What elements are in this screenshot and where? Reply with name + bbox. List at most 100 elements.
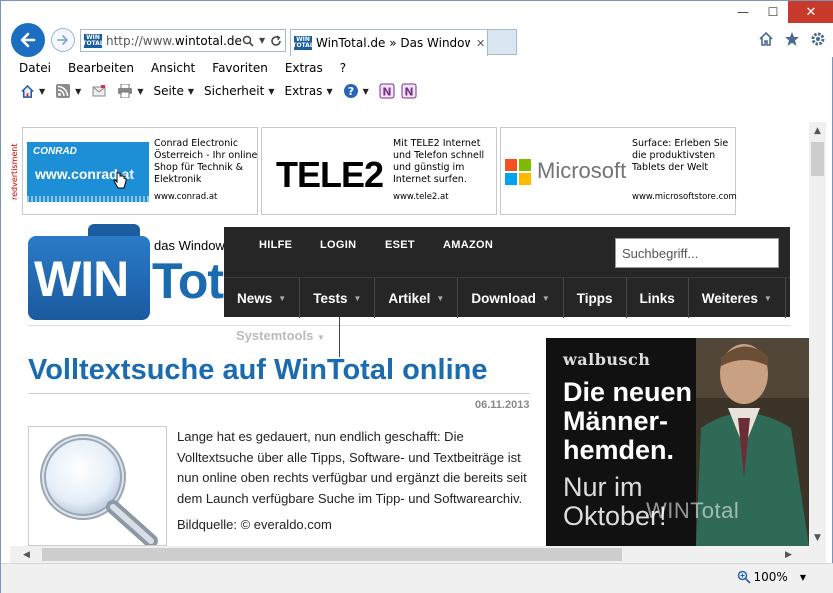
onenote-send-command[interactable]: N	[379, 83, 395, 99]
horizontal-scroll-thumb[interactable]	[42, 548, 622, 561]
nav-weiteres[interactable]: Weiteres ▼	[689, 278, 786, 318]
conrad-ad-url[interactable]: www.conrad.at	[154, 192, 217, 202]
conrad-ad-text: Conrad Electronic Österreich - Ihr onlin…	[154, 138, 258, 185]
top-nav-eset[interactable]: ESET	[385, 239, 415, 251]
nav-links[interactable]: Links	[627, 278, 689, 318]
address-bar[interactable]: WIN TOTAL http://www.wintotal.de ▼	[80, 29, 286, 52]
close-button[interactable]: ✕	[788, 1, 833, 23]
walbusch-banner-ad[interactable]: walbusch Die neuen Männer-hemden. Nur im…	[546, 338, 809, 546]
home-icon[interactable]	[758, 31, 774, 47]
address-prefix: http://www.	[106, 33, 175, 48]
horizontal-scrollbar[interactable]: ◀ ▶	[10, 546, 809, 563]
menu-favoriten[interactable]: Favoriten	[212, 61, 268, 75]
main-nav: News ▼ Tests ▼ Artikel ▼ Download ▼ Tipps Li…	[224, 277, 790, 318]
ad-label: redvertisment	[10, 143, 19, 200]
new-tab-button[interactable]	[488, 29, 517, 55]
rss-feed-icon	[55, 83, 71, 99]
address-url[interactable]: http://www.wintotal.de	[106, 34, 242, 48]
chevron-down-icon: ▼	[436, 293, 445, 303]
tools-command[interactable]: Extras ▼	[285, 84, 333, 98]
chevron-down-icon: ▼	[39, 86, 46, 96]
top-nav-amazon[interactable]: AMAZON	[443, 239, 493, 251]
top-nav-login[interactable]: LOGIN	[320, 239, 356, 251]
security-command[interactable]: Sicherheit ▼	[204, 84, 274, 98]
zoom-control[interactable]: 100% ▼	[737, 570, 806, 584]
nav-download[interactable]: Download ▼	[458, 278, 564, 318]
vertical-scrollbar[interactable]: ▲ ▼	[809, 122, 826, 546]
tab-close-icon[interactable]: ✕	[476, 37, 485, 50]
tab-wintotal[interactable]: WIN TOTAL WinTotal.de » Das Window... ✕	[290, 29, 488, 56]
logo-tagline: das Windows	[154, 238, 232, 253]
banner-headline: Die neuen Männer-hemden.	[563, 377, 693, 465]
svg-text:?: ?	[347, 85, 353, 98]
conrad-stripe	[27, 196, 149, 202]
scroll-down-icon[interactable]: ▼	[809, 529, 826, 546]
maximize-button[interactable]: ☐	[758, 1, 788, 23]
nav-links-label: Links	[639, 290, 675, 306]
nav-artikel[interactable]: Artikel ▼	[375, 278, 459, 318]
menu-datei[interactable]: Datei	[19, 61, 51, 75]
onenote-linked-command[interactable]: N	[401, 83, 417, 99]
logo-win-text: WIN	[34, 251, 129, 307]
menu-bearbeiten[interactable]: Bearbeiten	[68, 61, 134, 75]
print-command[interactable]: ▼	[117, 83, 143, 99]
page-command[interactable]: Seite ▼	[153, 84, 194, 98]
home-command[interactable]: ▼	[19, 83, 45, 99]
tele2-ad-text: Mit TELE2 Internet und Telefon schnell u…	[393, 138, 485, 185]
help-command[interactable]: ? ▼	[343, 83, 369, 99]
mail-command[interactable]	[91, 83, 107, 99]
nav-tipps-label: Tipps	[576, 290, 613, 306]
scroll-right-icon[interactable]: ▶	[780, 546, 797, 563]
article-thumbnail[interactable]	[28, 426, 167, 546]
title-bar: — ☐ ✕ WIN TOTAL http://www.wintotal.de ▼	[1, 1, 833, 57]
nav-news-label: News	[237, 290, 273, 306]
home-icon	[19, 83, 35, 99]
chevron-down-icon: ▼	[326, 86, 333, 96]
tele2-ad-url[interactable]: www.tele2.at	[393, 192, 449, 202]
magnifier-icon	[40, 434, 158, 545]
tab-favicon: WIN TOTAL	[292, 36, 314, 50]
vertical-scroll-thumb[interactable]	[811, 142, 824, 176]
chevron-down-icon: ▼	[278, 293, 287, 303]
menu-help[interactable]: ?	[340, 61, 346, 75]
nav-systemtools[interactable]: Systemtools ▼	[236, 328, 325, 343]
forward-button[interactable]	[51, 28, 75, 52]
chevron-down-icon: ▼	[353, 293, 362, 303]
ad-tele2[interactable]: TELE2 Mit TELE2 Internet und Telefon sch…	[261, 127, 497, 215]
site-search-input[interactable]: Suchbegriff...	[615, 238, 779, 268]
feeds-command[interactable]: ▼	[55, 83, 81, 99]
settings-gear-icon[interactable]	[810, 31, 826, 47]
forward-arrow-icon	[57, 35, 68, 45]
back-button[interactable]	[11, 23, 45, 57]
microsoft-ad-url[interactable]: www.microsoftstore.com	[632, 192, 737, 202]
menu-extras[interactable]: Extras	[285, 61, 323, 75]
chevron-down-icon: ▼	[187, 86, 195, 96]
nav-systemtools-label: Systemtools	[236, 328, 314, 343]
article-title[interactable]: Volltextsuche auf WinTotal online	[28, 354, 487, 387]
scroll-left-icon[interactable]: ◀	[18, 546, 35, 563]
scroll-up-icon[interactable]: ▲	[809, 122, 826, 139]
nav-tipps[interactable]: Tipps	[564, 278, 627, 318]
tab-title: WinTotal.de » Das Window...	[316, 36, 470, 50]
nav-news[interactable]: News ▼	[224, 278, 301, 318]
systemtools-divider	[28, 325, 790, 326]
ad-microsoft[interactable]: Microsoft Surface: Erleben Sie die produ…	[500, 127, 737, 215]
minimize-button[interactable]: —	[728, 1, 758, 23]
top-nav-hilfe[interactable]: HILFE	[259, 239, 292, 251]
svg-text:N: N	[382, 86, 391, 99]
address-domain: wintotal.de	[174, 33, 242, 48]
ad-conrad[interactable]: CONRAD www.conrad.at Conrad Electronic Ö…	[22, 127, 258, 215]
menu-bar: Datei Bearbeiten Ansicht Favoriten Extra…	[1, 58, 833, 78]
title-divider	[28, 393, 530, 394]
menu-ansicht[interactable]: Ansicht	[151, 61, 195, 75]
tele2-logo: TELE2	[276, 154, 384, 195]
search-icon[interactable]	[242, 35, 254, 47]
logo-total-text: Tot	[152, 253, 224, 309]
favorites-star-icon[interactable]	[784, 31, 800, 47]
refresh-icon[interactable]	[270, 34, 282, 47]
address-dropdown-icon[interactable]: ▼	[259, 36, 265, 45]
article-date: 06.11.2013	[475, 399, 530, 411]
nav-tests[interactable]: Tests ▼	[300, 278, 376, 318]
chevron-down-icon: ▼	[268, 86, 275, 96]
nav-tests-label: Tests	[313, 290, 348, 306]
